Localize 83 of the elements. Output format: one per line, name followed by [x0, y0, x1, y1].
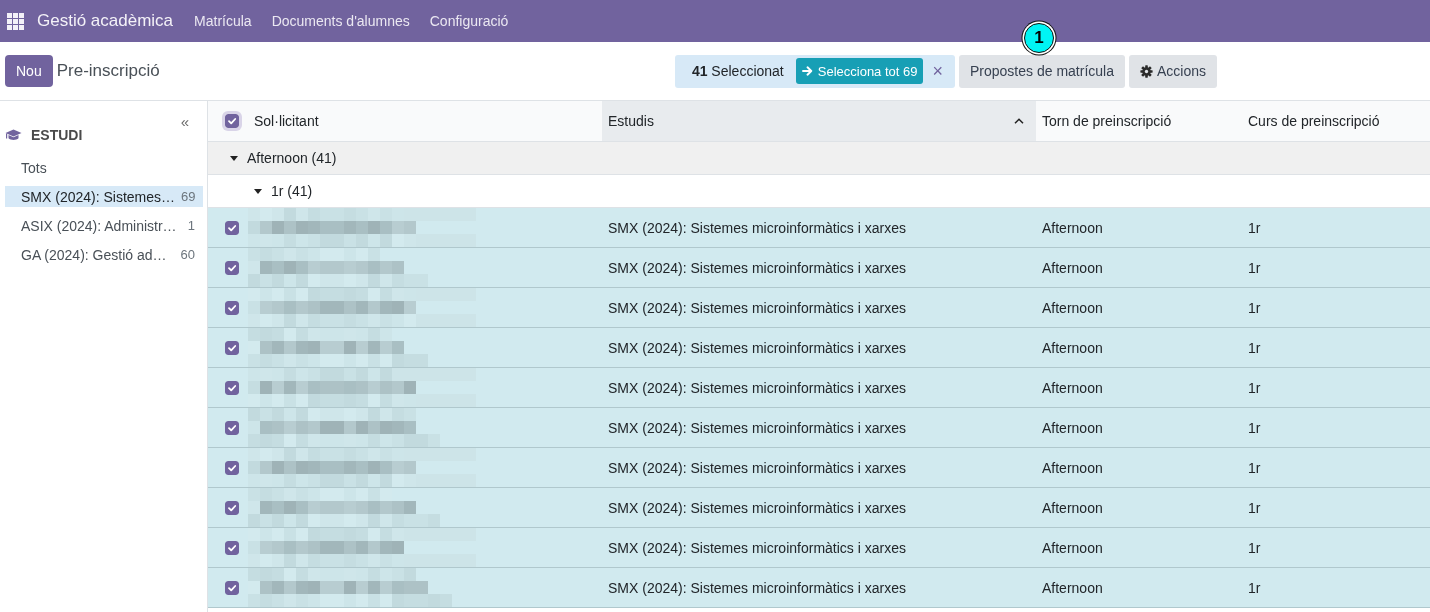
chevron-up-icon [1014, 118, 1024, 124]
filter-item[interactable]: SMX (2024): Sistemes… 69 [5, 186, 203, 207]
table-cell-text: 1r [1247, 418, 1262, 438]
table-cell-text: SMX (2024): Sistemes microinformàtics i xarxes [607, 338, 907, 358]
table-row[interactable]: SMX (2024): Sistemes microinformàtics i xarxes Afternoon 1r [208, 368, 1430, 408]
arrow-right-icon [801, 66, 813, 76]
app-grid-icon[interactable] [7, 12, 24, 30]
table-cell-text: 1r [1247, 498, 1262, 518]
row-checkbox[interactable] [225, 460, 239, 475]
app-title[interactable]: Gestió acadèmica [37, 11, 174, 31]
table-cell-text: 1r [1247, 218, 1262, 238]
table-cell-text: Afternoon [1041, 298, 1104, 318]
menu-item[interactable]: Matrícula [184, 13, 262, 29]
table-cell-text: Afternoon [1041, 538, 1104, 558]
column-header[interactable]: Curs de preinscripció [1242, 101, 1430, 141]
actions-button[interactable]: Accions [1128, 54, 1217, 88]
row-checkbox[interactable] [225, 540, 239, 555]
table-row[interactable]: SMX (2024): Sistemes microinformàtics i xarxes Afternoon 1r [208, 448, 1430, 488]
table-cell-text: Afternoon [1041, 378, 1104, 398]
collapse-sidebar-button[interactable]: « [178, 114, 191, 129]
table-cell-text: Afternoon [1041, 258, 1104, 278]
table-row[interactable]: SMX (2024): Sistemes microinformàtics i xarxes Afternoon 1r [208, 248, 1430, 288]
caret-down-icon [230, 154, 238, 162]
table-cell-text: 1r [1247, 338, 1262, 358]
row-checkbox[interactable] [225, 220, 239, 235]
table-row[interactable]: SMX (2024): Sistemes microinformàtics i xarxes Afternoon 1r [208, 408, 1430, 448]
row-checkbox[interactable] [225, 260, 239, 275]
table-cell-text: Afternoon [1041, 218, 1104, 238]
filter-item[interactable]: ASIX (2024): Administr… 1 [5, 215, 203, 236]
row-checkbox[interactable] [225, 500, 239, 515]
selection-count: 41 Seleccionat [691, 63, 784, 79]
proposals-button[interactable]: Propostes de matrícula [959, 54, 1125, 88]
table-cell-text: 1r [1247, 298, 1262, 318]
table-cell-text: Afternoon [1041, 458, 1104, 478]
table-cell-text: 1r [1247, 458, 1262, 478]
filter-heading: ESTUDI [31, 127, 83, 143]
table-cell-text: SMX (2024): Sistemes microinformàtics i xarxes [607, 218, 907, 238]
filter-item[interactable]: GA (2024): Gestió ad… 60 [5, 244, 203, 265]
table-row[interactable]: SMX (2024): Sistemes microinformàtics i xarxes Afternoon 1r [208, 488, 1430, 528]
table-row[interactable]: SMX (2024): Sistemes microinformàtics i xarxes Afternoon 1r [208, 568, 1430, 608]
table-cell-text: Afternoon [1041, 498, 1104, 518]
group-row[interactable]: Afternoon (41) [208, 142, 1430, 175]
table-row[interactable]: SMX (2024): Sistemes microinformàtics i xarxes Afternoon 1r [208, 288, 1430, 328]
table-cell-text: Afternoon [1041, 338, 1104, 358]
table-cell-text: 1r [1247, 258, 1262, 278]
table-cell-text: SMX (2024): Sistemes microinformàtics i xarxes [607, 378, 907, 398]
record-count: 60 [180, 247, 195, 262]
clear-selection-button[interactable]: × [930, 62, 945, 80]
table-cell-text: SMX (2024): Sistemes microinformàtics i xarxes [607, 498, 907, 518]
record-count: 69 [181, 189, 196, 204]
callout-marker: 1 [1024, 23, 1054, 53]
table-cell-text: Afternoon [1041, 578, 1104, 598]
table-row[interactable]: SMX (2024): Sistemes microinformàtics i xarxes Afternoon 1r [208, 328, 1430, 368]
table-cell-text: Afternoon [1041, 418, 1104, 438]
caret-down-icon [254, 187, 262, 195]
row-checkbox[interactable] [225, 340, 239, 355]
table-cell-text: 1r [1247, 378, 1262, 398]
column-header[interactable]: Sol·licitant [248, 101, 602, 141]
table-cell-text: SMX (2024): Sistemes microinformàtics i xarxes [607, 538, 907, 558]
row-checkbox[interactable] [225, 420, 239, 435]
table-row[interactable]: SMX (2024): Sistemes microinformàtics i xarxes Afternoon 1r [208, 208, 1430, 248]
row-checkbox[interactable] [225, 380, 239, 395]
column-header[interactable]: Torn de preinscripció [1036, 101, 1242, 141]
filter-item[interactable]: Tots [5, 157, 203, 178]
graduation-cap-icon [5, 129, 22, 141]
table-row[interactable]: SMX (2024): Sistemes microinformàtics i xarxes Afternoon 1r [208, 528, 1430, 568]
new-button[interactable]: Nou [5, 55, 53, 87]
table-cell-text: SMX (2024): Sistemes microinformàtics i xarxes [607, 298, 907, 318]
breadcrumb-title: Pre-inscripció [56, 61, 160, 81]
table-cell-text: 1r [1247, 538, 1262, 558]
column-header[interactable]: Estudis [602, 101, 1036, 141]
select-all-checkbox[interactable] [225, 114, 239, 128]
table-cell-text: SMX (2024): Sistemes microinformàtics i xarxes [607, 458, 907, 478]
row-checkbox[interactable] [225, 300, 239, 315]
menu-item[interactable]: Documents d'alumnes [261, 13, 420, 29]
gear-icon [1139, 64, 1153, 78]
table-cell-text: 1r [1247, 578, 1262, 598]
menu-item[interactable]: Configuració [419, 13, 519, 29]
row-checkbox[interactable] [225, 580, 239, 595]
table-cell-text: SMX (2024): Sistemes microinformàtics i xarxes [607, 578, 907, 598]
record-count: 1 [187, 218, 195, 233]
table-cell-text: SMX (2024): Sistemes microinformàtics i xarxes [607, 258, 907, 278]
table-cell-text: SMX (2024): Sistemes microinformàtics i xarxes [607, 418, 907, 438]
